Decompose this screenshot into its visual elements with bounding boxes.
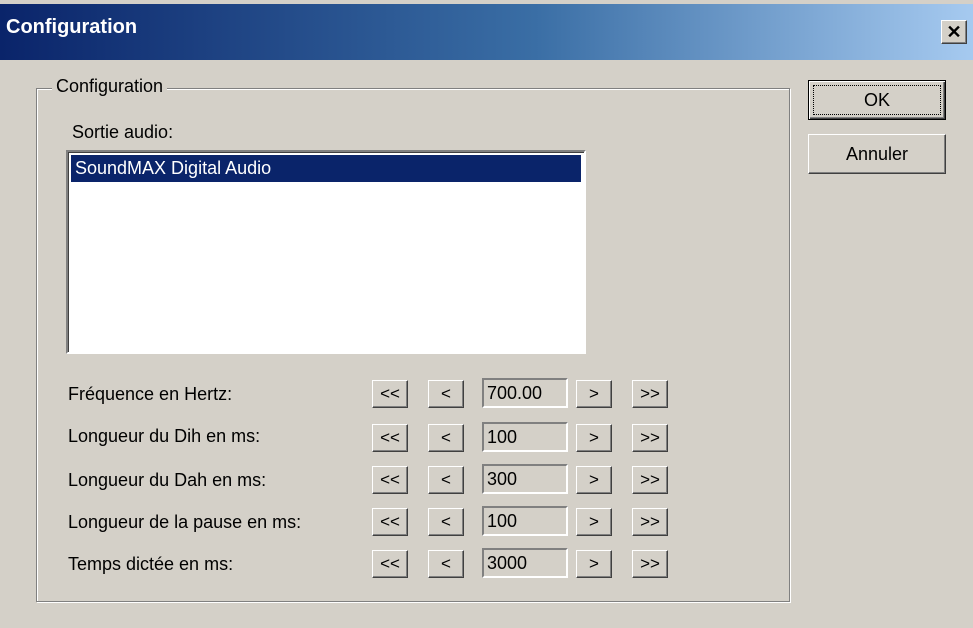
pause-increase-button[interactable]: > <box>576 508 612 536</box>
close-icon: ✕ <box>946 22 962 42</box>
dictation-decrease-button[interactable]: < <box>428 550 464 578</box>
configuration-dialog: Configuration ✕ Configuration Sortie aud… <box>0 0 973 628</box>
dih-fast-decrease-button[interactable]: << <box>372 424 408 452</box>
dah-length-value[interactable]: 300 <box>482 464 568 494</box>
dictation-increase-button[interactable]: > <box>576 550 612 578</box>
pause-fast-increase-button[interactable]: >> <box>632 508 668 536</box>
dictation-time-value[interactable]: 3000 <box>482 548 568 578</box>
dictation-time-label: Temps dictée en ms: <box>68 554 234 574</box>
dah-length-label: Longueur du Dah en ms: <box>68 470 267 490</box>
pause-decrease-button[interactable]: < <box>428 508 464 536</box>
dih-length-value[interactable]: 100 <box>482 422 568 452</box>
dih-fast-increase-button[interactable]: >> <box>632 424 668 452</box>
dialog-title: Configuration <box>6 16 138 38</box>
dictation-fast-increase-button[interactable]: >> <box>632 550 668 578</box>
groupbox-legend: Configuration <box>52 76 168 97</box>
focus-rectangle <box>813 85 941 115</box>
cancel-button[interactable]: Annuler <box>808 134 946 174</box>
cancel-button-label: Annuler <box>845 143 909 164</box>
pause-length-label: Longueur de la pause en ms: <box>68 512 302 532</box>
dih-increase-button[interactable]: > <box>576 424 612 452</box>
title-bar: Configuration ✕ <box>0 4 973 60</box>
pause-length-value[interactable]: 100 <box>482 506 568 536</box>
frequency-increase-button[interactable]: > <box>576 380 612 408</box>
dih-length-label: Longueur du Dih en ms: <box>68 426 261 446</box>
dih-decrease-button[interactable]: < <box>428 424 464 452</box>
frequency-label: Fréquence en Hertz: <box>68 384 233 404</box>
dictation-fast-decrease-button[interactable]: << <box>372 550 408 578</box>
dah-fast-increase-button[interactable]: >> <box>632 466 668 494</box>
dah-fast-decrease-button[interactable]: << <box>372 466 408 494</box>
frequency-decrease-button[interactable]: < <box>428 380 464 408</box>
close-button[interactable]: ✕ <box>941 20 967 44</box>
pause-fast-decrease-button[interactable]: << <box>372 508 408 536</box>
list-item[interactable]: SoundMAX Digital Audio <box>71 155 581 182</box>
audio-output-listbox[interactable]: SoundMAX Digital Audio <box>66 150 586 354</box>
dah-increase-button[interactable]: > <box>576 466 612 494</box>
frequency-fast-increase-button[interactable]: >> <box>632 380 668 408</box>
frequency-value[interactable]: 700.00 <box>482 378 568 408</box>
audio-output-label: Sortie audio: <box>72 122 174 142</box>
frequency-fast-decrease-button[interactable]: << <box>372 380 408 408</box>
dah-decrease-button[interactable]: < <box>428 466 464 494</box>
ok-button[interactable]: OK <box>808 80 946 120</box>
